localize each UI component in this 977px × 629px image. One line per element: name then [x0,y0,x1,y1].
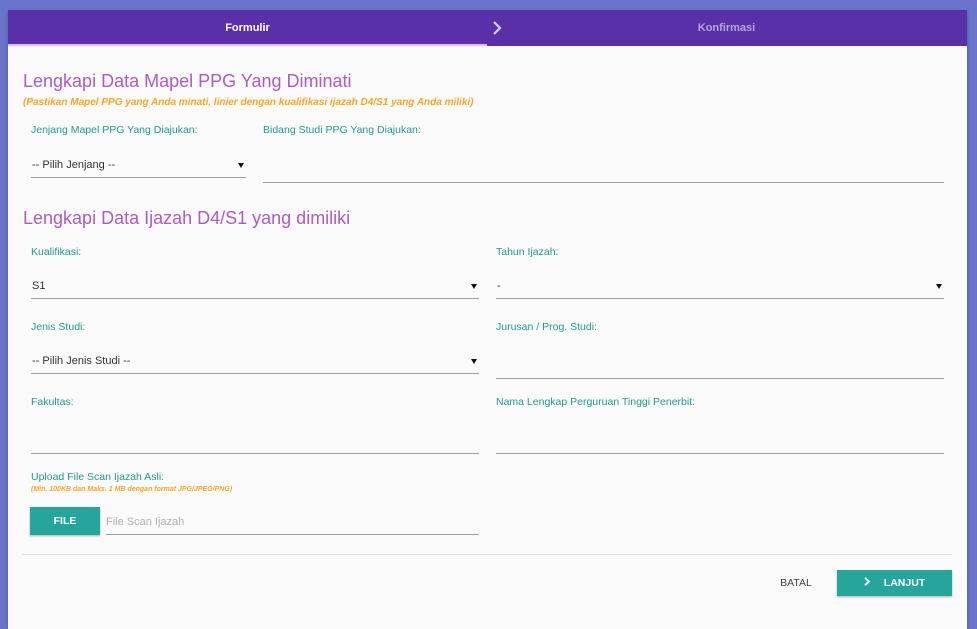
chevron-right-icon [490,19,504,37]
file-button[interactable]: FILE [30,507,100,535]
next-button-label: LANJUT [883,577,926,589]
mapel-section-title: Lengkapi Data Mapel PPG Yang Diminati [23,71,352,91]
stepper: Formulir Konfirmasi [8,10,967,46]
jenjang-select-value: -- Pilih Jenjang -- [32,159,116,171]
perguruan-tinggi-label: Nama Lengkap Perguruan Tinggi Penerbit: [496,396,696,408]
form-card: Formulir Konfirmasi Lengkapi Data Mapel … [8,10,967,629]
jenis-studi-label: Jenis Studi: [31,321,86,333]
step-konfirmasi[interactable]: Konfirmasi [487,10,966,46]
jurusan-label: Jurusan / Prog. Studi: [496,321,597,333]
file-scan-placeholder: File Scan Ijazah [106,516,185,528]
tahun-label: Tahun Ijazah: [496,246,559,258]
kualifikasi-select-value: S1 [32,280,46,292]
cancel-button[interactable]: BATAL [768,570,824,596]
step-formulir-label: Formulir [225,22,270,34]
top-bar [0,0,977,10]
caret-down-icon [238,162,244,168]
jenjang-select[interactable]: -- Pilih Jenjang -- [31,153,246,178]
cancel-button-label: BATAL [780,577,812,589]
actions-divider [22,554,952,555]
upload-note: (Min. 100KB dan Maks. 1 MB dengan format… [31,486,233,493]
perguruan-tinggi-input[interactable] [496,429,944,454]
kualifikasi-select[interactable]: S1 [31,274,479,299]
ijazah-section-title: Lengkapi Data Ijazah D4/S1 yang dimiliki [23,208,351,228]
step-konfirmasi-label: Konfirmasi [697,22,756,34]
jurusan-input[interactable] [496,354,944,379]
mapel-section-note: (Pastikan Mapel PPG yang Anda minati, li… [23,97,474,108]
caret-down-icon [471,283,477,289]
tahun-select[interactable]: - [496,274,944,299]
jenjang-label: Jenjang Mapel PPG Yang Diajukan: [31,124,198,136]
file-scan-input[interactable]: File Scan Ijazah [106,510,479,535]
jenis-studi-select-value: -- Pilih Jenis Studi -- [32,355,131,367]
fakultas-label: Fakultas: [31,396,74,408]
caret-down-icon [471,358,477,364]
step-formulir[interactable]: Formulir [8,10,487,46]
fakultas-input[interactable] [31,429,479,454]
bidang-input[interactable] [263,158,944,183]
chevron-right-icon [864,577,871,589]
bidang-label: Bidang Studi PPG Yang Diajukan: [263,124,421,136]
jenis-studi-select[interactable]: -- Pilih Jenis Studi -- [31,349,479,374]
tahun-select-value: - [497,280,501,292]
next-button[interactable]: LANJUT [837,570,952,596]
caret-down-icon [936,283,942,289]
kualifikasi-label: Kualifikasi: [31,246,82,258]
upload-label: Upload File Scan Ijazah Asli: [31,471,165,483]
